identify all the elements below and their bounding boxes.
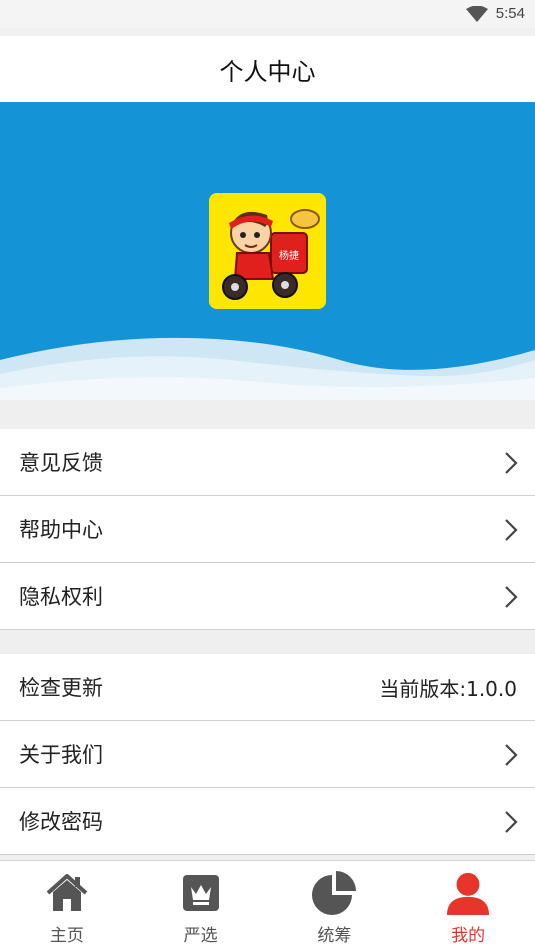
chevron-right-icon (505, 519, 518, 541)
menu-item-label: 检查更新 (19, 676, 103, 700)
bottom-tab-bar: 主页 严选 统筹 我的 (0, 860, 535, 951)
menu-item-privacy-rights[interactable]: 隐私权利 (0, 563, 535, 630)
home-icon (45, 871, 89, 915)
chevron-right-icon (505, 811, 518, 833)
chevron-right-icon (505, 452, 518, 474)
chevron-right-icon (505, 586, 518, 608)
chevron-right-icon (505, 744, 518, 766)
menu-item-label: 隐私权利 (19, 585, 103, 609)
menu-item-label: 关于我们 (19, 743, 103, 767)
tab-label: 主页 (49, 926, 84, 946)
section-divider (0, 631, 535, 654)
tab-label: 我的 (451, 926, 486, 946)
menu-item-label: 修改密码 (19, 810, 103, 834)
tab-label: 统筹 (317, 926, 352, 946)
menu-item-check-update[interactable]: 检查更新 当前版本:1.0.0 (0, 654, 535, 721)
app-logo: 杨捷 (209, 193, 326, 309)
tab-label: 严选 (183, 926, 218, 946)
tab-planning[interactable]: 统筹 (268, 861, 402, 951)
menu-item-label: 意见反馈 (19, 451, 103, 475)
tab-featured[interactable]: 严选 (134, 861, 268, 951)
menu-item-about-us[interactable]: 关于我们 (0, 721, 535, 788)
tab-mine[interactable]: 我的 (401, 861, 535, 951)
menu-item-label: 帮助中心 (19, 518, 103, 542)
logo-box-text: 杨捷 (279, 249, 299, 262)
title-bar: 个人中心 (0, 36, 535, 102)
menu-group-account: 检查更新 当前版本:1.0.0 关于我们 修改密码 (0, 654, 535, 855)
pie-chart-icon (312, 871, 357, 915)
user-icon (446, 871, 490, 915)
menu-item-help-center[interactable]: 帮助中心 (0, 496, 535, 563)
tab-home[interactable]: 主页 (0, 861, 134, 951)
current-version-value: 当前版本:1.0.0 (379, 676, 517, 701)
page-title: 个人中心 (219, 57, 316, 86)
profile-banner: 杨捷 (0, 102, 535, 400)
status-time: 5:54 (495, 5, 525, 22)
section-divider (0, 400, 535, 429)
menu-item-change-password[interactable]: 修改密码 (0, 788, 535, 855)
wifi-icon (465, 5, 488, 22)
menu-group-support: 意见反馈 帮助中心 隐私权利 (0, 429, 535, 630)
menu-item-feedback[interactable]: 意见反馈 (0, 429, 535, 496)
banner-wave (0, 337, 535, 400)
status-bar: 5:54 (0, 0, 535, 28)
crown-icon (179, 871, 223, 915)
